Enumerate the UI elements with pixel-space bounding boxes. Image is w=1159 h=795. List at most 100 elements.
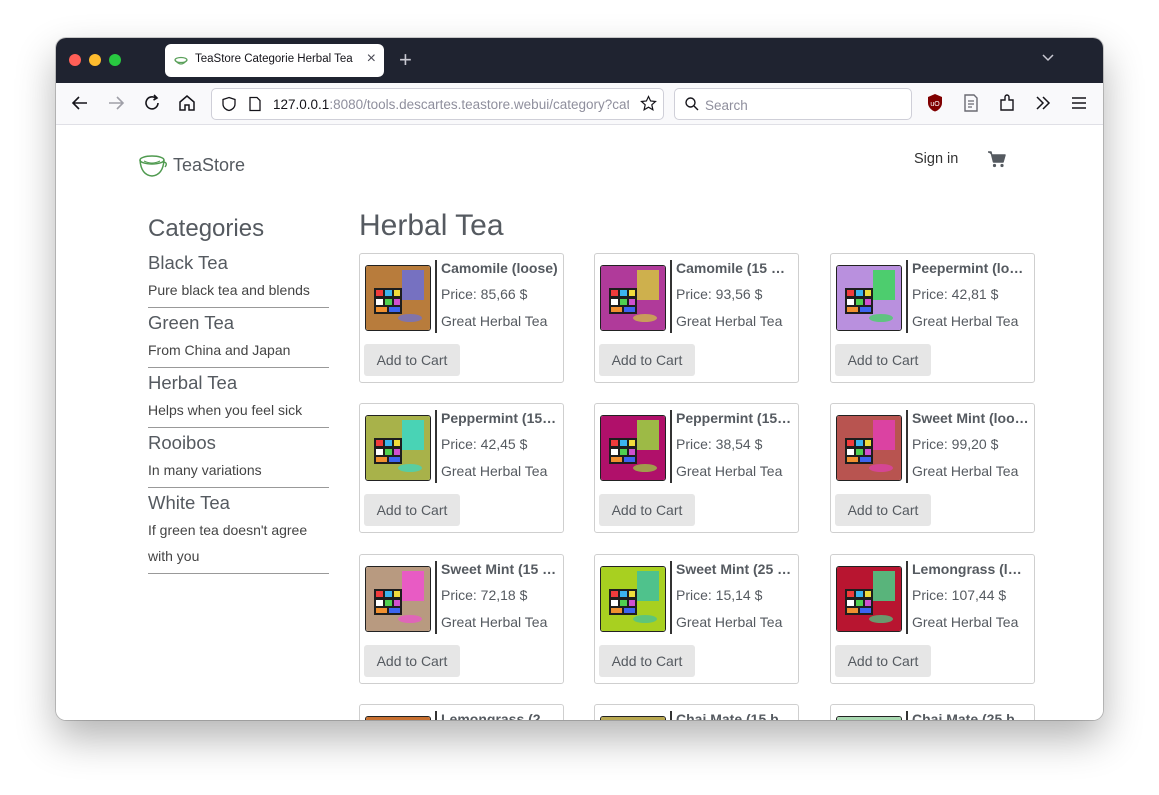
- card-divider: [906, 260, 908, 333]
- card-divider: [435, 711, 437, 720]
- reader-view-icon[interactable]: [960, 92, 982, 114]
- search-bar[interactable]: [674, 88, 912, 120]
- browser-window: TeaStore Categorie Herbal Tea × + 127.0.…: [56, 38, 1103, 720]
- category-item[interactable]: Rooibos In many variations: [148, 431, 329, 488]
- hamburger-menu-icon[interactable]: [1068, 92, 1090, 114]
- add-to-cart-button[interactable]: Add to Cart: [599, 494, 695, 526]
- product-name[interactable]: Camomile (15 bags): [676, 260, 793, 276]
- product-name[interactable]: Chai Mate (25 bags): [912, 711, 1029, 720]
- add-to-cart-button[interactable]: Add to Cart: [364, 645, 460, 677]
- new-tab-icon[interactable]: +: [399, 47, 412, 73]
- category-description: From China and Japan: [148, 342, 291, 358]
- product-name[interactable]: Peppermint (15 bags): [676, 410, 793, 426]
- shopping-cart-icon[interactable]: [987, 150, 1007, 168]
- product-card: Chai Mate (25 bags)Add to Cart: [830, 704, 1035, 720]
- shield-icon[interactable]: [221, 96, 237, 112]
- product-image[interactable]: [365, 566, 431, 632]
- product-image[interactable]: [836, 716, 902, 720]
- product-thumbnail-icon: [837, 266, 901, 330]
- category-item[interactable]: Herbal Tea Helps when you feel sick: [148, 371, 329, 428]
- product-description: Great Herbal Tea: [441, 313, 548, 329]
- category-description: If green tea doesn't agree with you: [148, 522, 308, 564]
- category-item[interactable]: Green Tea From China and Japan: [148, 311, 329, 368]
- product-thumbnail-icon: [601, 567, 665, 631]
- sign-in-link[interactable]: Sign in: [914, 151, 958, 167]
- category-item[interactable]: Black Tea Pure black tea and blends: [148, 251, 329, 308]
- page-info-icon[interactable]: [248, 96, 262, 112]
- product-thumbnail-icon: [366, 567, 430, 631]
- product-thumbnail-icon: [601, 717, 665, 720]
- product-description: Great Herbal Tea: [912, 313, 1019, 329]
- product-image[interactable]: [365, 415, 431, 481]
- product-image[interactable]: [600, 716, 666, 720]
- product-name[interactable]: Peppermint (15 bags): [441, 410, 558, 426]
- product-name[interactable]: Peepermint (loose): [912, 260, 1029, 276]
- home-icon[interactable]: [176, 92, 198, 114]
- overflow-chevron-icon[interactable]: [1032, 92, 1054, 114]
- add-to-cart-button[interactable]: Add to Cart: [599, 645, 695, 677]
- card-divider: [670, 260, 672, 333]
- product-card: Camomile (15 bags) Price: 93,56 $ Great He…: [594, 253, 799, 383]
- category-name[interactable]: Herbal Tea: [148, 371, 329, 395]
- product-description: Great Herbal Tea: [676, 614, 783, 630]
- add-to-cart-button[interactable]: Add to Cart: [599, 344, 695, 376]
- product-image[interactable]: [836, 566, 902, 632]
- product-price: Price: 72,18 $: [441, 587, 528, 603]
- minimize-window-button[interactable]: [89, 54, 101, 66]
- search-input[interactable]: [703, 94, 897, 116]
- category-name[interactable]: White Tea: [148, 491, 329, 515]
- category-name[interactable]: Rooibos: [148, 431, 329, 455]
- product-name[interactable]: Lemongrass (25 bags): [441, 711, 558, 720]
- category-name[interactable]: Green Tea: [148, 311, 329, 335]
- add-to-cart-button[interactable]: Add to Cart: [835, 494, 931, 526]
- product-description: Great Herbal Tea: [441, 463, 548, 479]
- product-card: Sweet Mint (25 bags) Price: 15,14 $ Great …: [594, 554, 799, 684]
- category-name[interactable]: Black Tea: [148, 251, 329, 275]
- product-name[interactable]: Sweet Mint (25 bags): [676, 561, 793, 577]
- teacup-logo-icon: [139, 155, 167, 177]
- reload-icon[interactable]: [141, 92, 163, 114]
- product-card: Lemongrass (25 bags)Add to Cart: [359, 704, 564, 720]
- product-card: Sweet Mint (15 bags) Price: 72,18 $ Great …: [359, 554, 564, 684]
- product-image[interactable]: [836, 265, 902, 331]
- add-to-cart-button[interactable]: Add to Cart: [364, 494, 460, 526]
- product-name[interactable]: Sweet Mint (loose): [912, 410, 1029, 426]
- list-all-tabs-icon[interactable]: [1041, 51, 1055, 65]
- tab-title: TeaStore Categorie Herbal Tea: [195, 53, 353, 65]
- card-divider: [435, 260, 437, 333]
- forward-icon[interactable]: [105, 92, 127, 114]
- ublock-icon[interactable]: uO: [924, 92, 946, 114]
- product-image[interactable]: [600, 415, 666, 481]
- product-image[interactable]: [836, 415, 902, 481]
- add-to-cart-button[interactable]: Add to Cart: [835, 344, 931, 376]
- back-icon[interactable]: [69, 92, 91, 114]
- product-card: Peppermint (15 bags) Price: 42,45 $ Great …: [359, 403, 564, 533]
- add-to-cart-button[interactable]: Add to Cart: [835, 645, 931, 677]
- product-name[interactable]: Lemongrass (loose): [912, 561, 1029, 577]
- product-thumbnail-icon: [366, 266, 430, 330]
- close-tab-icon[interactable]: ×: [367, 50, 376, 68]
- product-image[interactable]: [600, 566, 666, 632]
- product-image[interactable]: [600, 265, 666, 331]
- svg-text:uO: uO: [930, 101, 940, 108]
- zoom-window-button[interactable]: [109, 54, 121, 66]
- close-window-button[interactable]: [69, 54, 81, 66]
- product-name[interactable]: Camomile (loose): [441, 260, 558, 276]
- product-card: Chai Mate (15 bags)Add to Cart: [594, 704, 799, 720]
- category-item[interactable]: White Tea If green tea doesn't agree with…: [148, 491, 329, 574]
- product-name[interactable]: Chai Mate (15 bags): [676, 711, 793, 720]
- url-path: :8080/tools.descartes.teastore.webui/cat…: [329, 97, 629, 112]
- product-price: Price: 38,54 $: [676, 436, 763, 452]
- brand-link[interactable]: TeaStore: [138, 151, 245, 179]
- extensions-icon[interactable]: [996, 92, 1018, 114]
- product-image[interactable]: [365, 265, 431, 331]
- product-thumbnail-icon: [837, 416, 901, 480]
- product-image[interactable]: [365, 716, 431, 720]
- product-name[interactable]: Sweet Mint (15 bags): [441, 561, 558, 577]
- bookmark-star-icon[interactable]: [640, 95, 657, 112]
- add-to-cart-button[interactable]: Add to Cart: [364, 344, 460, 376]
- url-bar[interactable]: 127.0.0.1:8080/tools.descartes.teastore.…: [211, 88, 664, 120]
- active-tab[interactable]: TeaStore Categorie Herbal Tea ×: [165, 44, 384, 77]
- tab-bar: TeaStore Categorie Herbal Tea × +: [56, 38, 1103, 83]
- card-divider: [670, 711, 672, 720]
